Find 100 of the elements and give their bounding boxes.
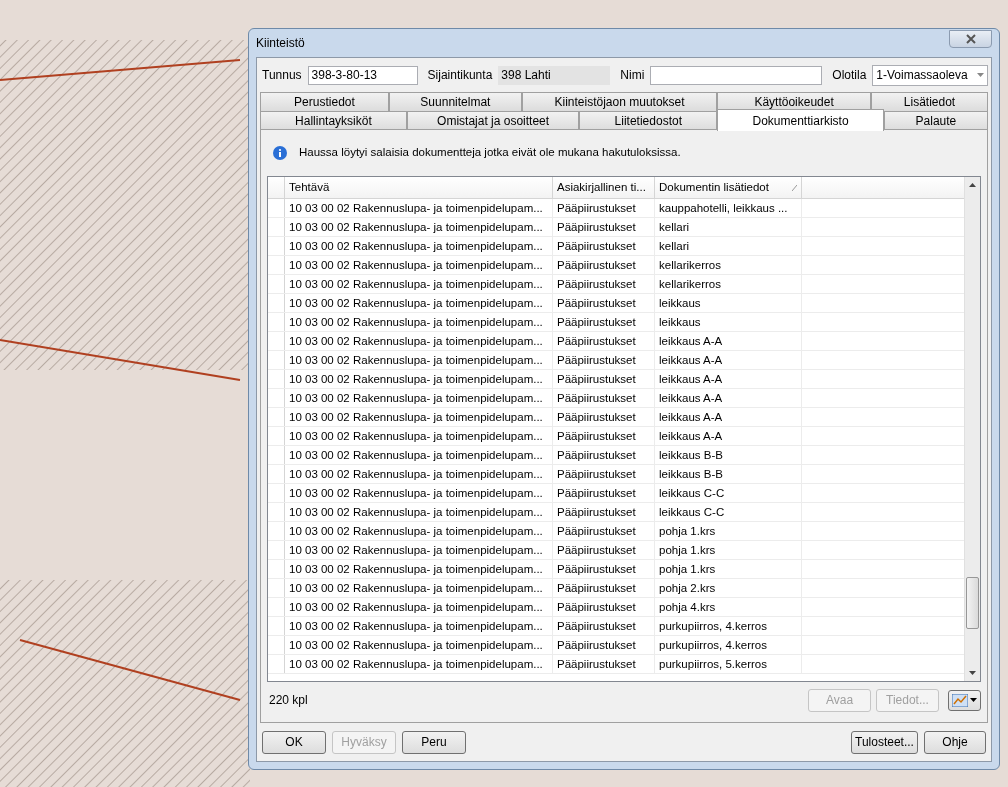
table-cell: purkupiirros, 5.kerros — [655, 655, 802, 673]
table-cell: Pääpiirustukset — [553, 218, 655, 236]
table-cell: Pääpiirustukset — [553, 332, 655, 350]
table-cell: leikkaus B-B — [655, 465, 802, 483]
table-cell: 10 03 00 02 Rakennuslupa- ja toimenpidelupam... — [285, 579, 553, 597]
field-label: Nimi — [620, 67, 645, 84]
table-cell: 10 03 00 02 Rakennuslupa- ja toimenpidelupam... — [285, 617, 553, 635]
table-cell: Pääpiirustukset — [553, 427, 655, 445]
caret-icon — [970, 698, 977, 702]
result-count: 220 kpl — [268, 692, 309, 709]
table-cell: leikkaus A-A — [655, 427, 802, 445]
table-cell: pohja 2.krs — [655, 579, 802, 597]
dialog-button[interactable]: OK — [262, 730, 326, 754]
table-cell: leikkaus — [655, 313, 802, 331]
table-cell: 10 03 00 02 Rakennuslupa- ja toimenpidelupam... — [285, 218, 553, 236]
table-cell: 10 03 00 02 Rakennuslupa- ja toimenpidelupam... — [285, 484, 553, 502]
info-icon — [273, 146, 287, 160]
table-cell: Pääpiirustukset — [553, 275, 655, 293]
dialog-button[interactable]: Tulosteet... — [851, 730, 918, 754]
table-cell: 10 03 00 02 Rakennuslupa- ja toimenpidelupam... — [285, 351, 553, 369]
dropdown-caret-icon — [977, 73, 985, 77]
table-cell: Pääpiirustukset — [553, 256, 655, 274]
field-label: Olotila — [832, 67, 867, 84]
table-cell: 10 03 00 02 Rakennuslupa- ja toimenpidelupam... — [285, 332, 553, 350]
table-cell: Pääpiirustukset — [553, 541, 655, 559]
text-field[interactable]: 398-3-80-13 — [307, 65, 418, 85]
info-message: Haussa löytyi salaisia dokumentteja jotka eivät ole mukana hakutuloksissa. — [299, 145, 681, 161]
table-cell: Pääpiirustukset — [553, 370, 655, 388]
table-cell: 10 03 00 02 Rakennuslupa- ja toimenpidelupam... — [285, 370, 553, 388]
table-cell: leikkaus B-B — [655, 446, 802, 464]
table-cell: 10 03 00 02 Rakennuslupa- ja toimenpidelupam... — [285, 636, 553, 654]
table-cell: Pääpiirustukset — [553, 237, 655, 255]
table-cell: Pääpiirustukset — [553, 351, 655, 369]
table-cell: kellarikerros — [655, 256, 802, 274]
tab[interactable]: Hallintayksiköt — [260, 111, 407, 130]
close-icon — [965, 34, 976, 44]
table-cell: Pääpiirustukset — [553, 465, 655, 483]
table-cell: 10 03 00 02 Rakennuslupa- ja toimenpidelupam... — [285, 408, 553, 426]
readonly-field: 398 Lahti — [498, 65, 611, 85]
tab[interactable]: Dokumenttiarkisto — [717, 109, 884, 131]
table-cell: Pääpiirustukset — [553, 408, 655, 426]
dialog-button[interactable]: Ohje — [924, 730, 986, 754]
table-cell: purkupiirros, 4.kerros — [655, 636, 802, 654]
column-header[interactable]: Dokumentin lisätiedot — [655, 177, 802, 198]
table-cell: Pääpiirustukset — [553, 199, 655, 217]
table-cell: Pääpiirustukset — [553, 313, 655, 331]
table-cell: Pääpiirustukset — [553, 560, 655, 578]
chart-icon — [952, 693, 968, 707]
tab[interactable]: Kiinteistöjaon muutokset — [521, 92, 718, 111]
table-cell: kellari — [655, 237, 802, 255]
table-cell: leikkaus A-A — [655, 370, 802, 388]
table-cell: Pääpiirustukset — [553, 389, 655, 407]
table-cell: 10 03 00 02 Rakennuslupa- ja toimenpidelupam... — [285, 294, 553, 312]
scroll-down-icon — [969, 671, 976, 675]
table-cell: Pääpiirustukset — [553, 446, 655, 464]
table-cell: Pääpiirustukset — [553, 484, 655, 502]
table-cell: 10 03 00 02 Rakennuslupa- ja toimenpidelupam... — [285, 427, 553, 445]
column-header[interactable]: Asiakirjallinen ti... — [553, 177, 655, 198]
table-cell: kauppahotelli, leikkaus ... — [655, 199, 802, 217]
table-cell: Pääpiirustukset — [553, 522, 655, 540]
table-cell: 10 03 00 02 Rakennuslupa- ja toimenpidelupam... — [285, 655, 553, 673]
status-dropdown[interactable]: 1-Voimassaoleva — [872, 64, 989, 86]
tab[interactable]: Perustiedot — [260, 92, 389, 111]
field-label: Tunnus — [262, 67, 302, 84]
tab[interactable]: Suunnitelmat — [388, 92, 522, 111]
close-button[interactable] — [949, 30, 992, 48]
table-cell: 10 03 00 02 Rakennuslupa- ja toimenpidelupam... — [285, 256, 553, 274]
table-cell: Pääpiirustukset — [553, 617, 655, 635]
table-cell: leikkaus A-A — [655, 332, 802, 350]
table-cell: 10 03 00 02 Rakennuslupa- ja toimenpidelupam... — [285, 199, 553, 217]
scrollbar-thumb[interactable] — [966, 577, 979, 629]
table-cell: 10 03 00 02 Rakennuslupa- ja toimenpidelupam... — [285, 446, 553, 464]
table-cell: kellarikerros — [655, 275, 802, 293]
sort-indicator-icon — [792, 184, 797, 191]
chart-menu-button[interactable] — [948, 689, 981, 711]
table-cell: 10 03 00 02 Rakennuslupa- ja toimenpidelupam... — [285, 560, 553, 578]
field-label: Sijaintikunta — [427, 67, 493, 84]
table-cell: leikkaus C-C — [655, 484, 802, 502]
table-cell: leikkaus C-C — [655, 503, 802, 521]
table-cell: Pääpiirustukset — [553, 655, 655, 673]
table-cell: pohja 1.krs — [655, 522, 802, 540]
table-cell: Pääpiirustukset — [553, 636, 655, 654]
scroll-up-icon — [969, 183, 976, 187]
text-field[interactable] — [650, 65, 823, 85]
table-cell: pohja 1.krs — [655, 541, 802, 559]
table-cell: 10 03 00 02 Rakennuslupa- ja toimenpidelupam... — [285, 465, 553, 483]
column-header[interactable]: Tehtävä — [285, 177, 553, 198]
dialog-button[interactable]: Peru — [402, 730, 466, 754]
table-cell: Pääpiirustukset — [553, 503, 655, 521]
table-cell: Pääpiirustukset — [553, 598, 655, 616]
table-cell: 10 03 00 02 Rakennuslupa- ja toimenpidelupam... — [285, 503, 553, 521]
table-cell: Pääpiirustukset — [553, 294, 655, 312]
tab[interactable]: Lisätiedot — [870, 92, 988, 111]
table-cell: 10 03 00 02 Rakennuslupa- ja toimenpidelupam... — [285, 541, 553, 559]
vertical-scrollbar[interactable] — [964, 177, 980, 681]
table-cell: kellari — [655, 218, 802, 236]
table-cell: purkupiirros, 4.kerros — [655, 617, 802, 635]
table-cell: Pääpiirustukset — [553, 579, 655, 597]
table-cell: pohja 4.krs — [655, 598, 802, 616]
table-cell: leikkaus A-A — [655, 389, 802, 407]
